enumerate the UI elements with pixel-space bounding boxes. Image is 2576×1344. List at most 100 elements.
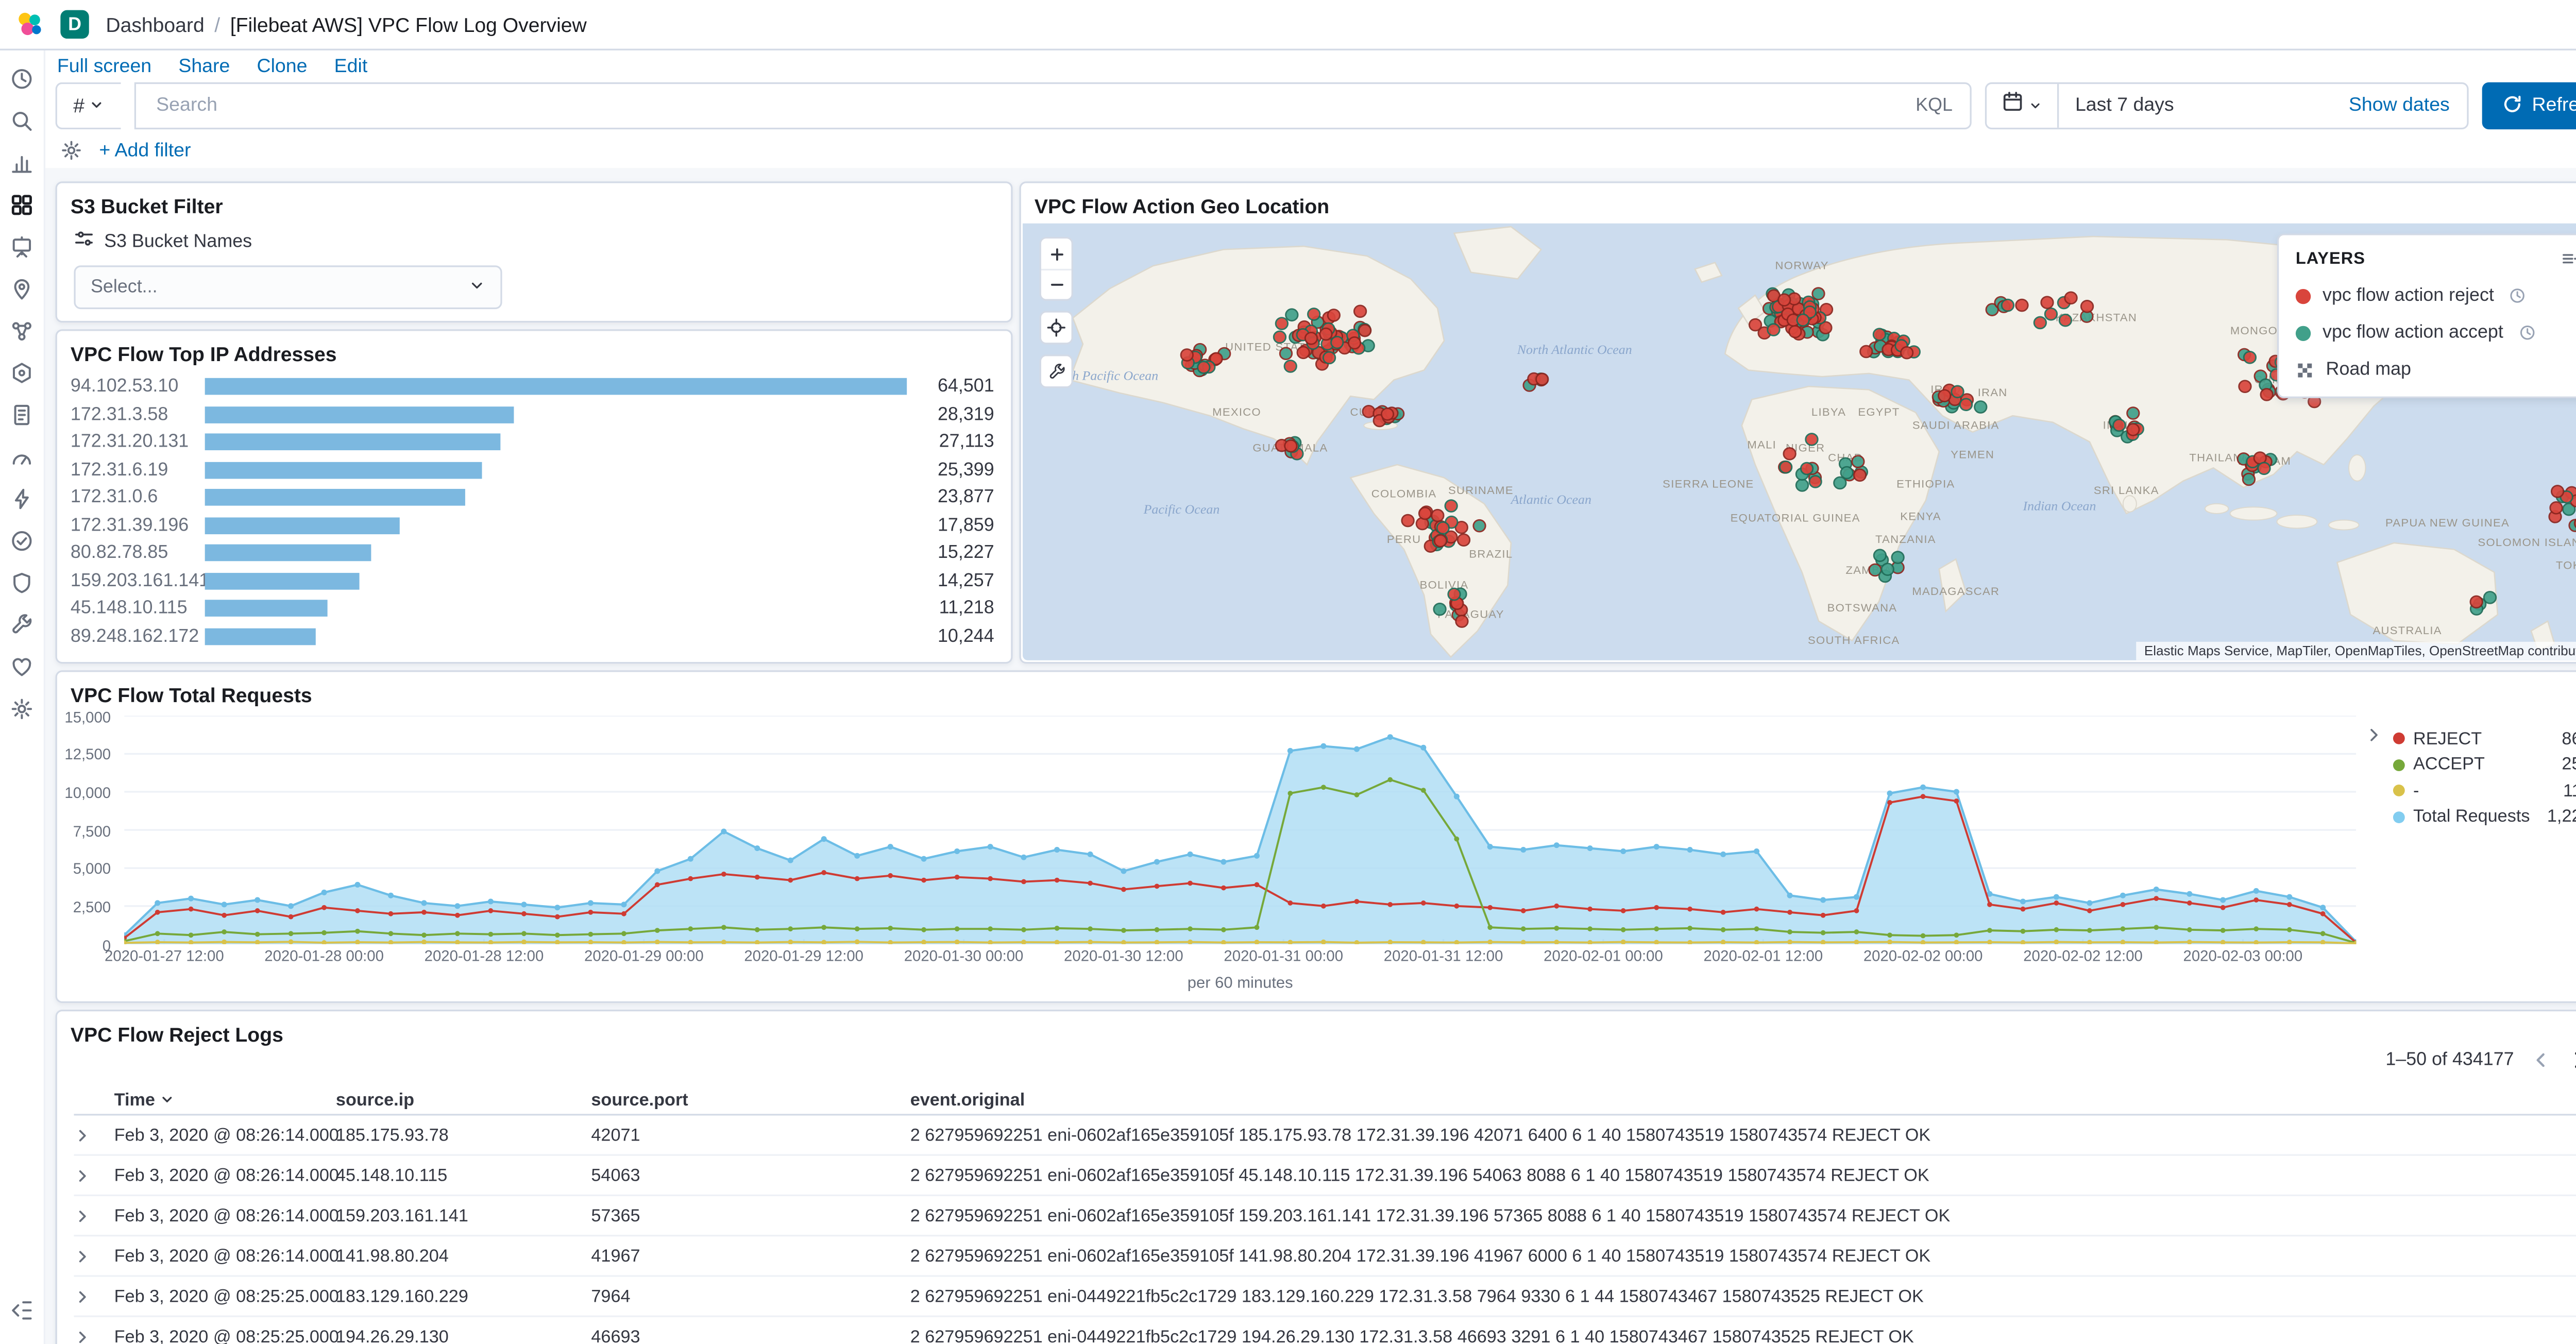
saved-query-menu-button[interactable]: # (55, 82, 121, 130)
cell-time: Feb 3, 2020 @ 08:26:14.000 (114, 1205, 339, 1226)
expand-row-icon[interactable] (74, 1167, 114, 1184)
ip-bar-row: 172.31.20.131 27,113 (71, 430, 994, 454)
discover-icon (10, 109, 34, 133)
chevron-down-icon (2028, 91, 2042, 121)
layer-collapse-icon[interactable] (2561, 249, 2576, 269)
column-header-event-original[interactable]: event.original (910, 1090, 2576, 1110)
layer-row[interactable]: Road map (2296, 360, 2576, 380)
previous-page-icon[interactable] (2531, 1050, 2551, 1070)
total-requests-chart[interactable] (124, 716, 2357, 944)
legend-label: ACCEPT (2413, 755, 2485, 775)
cell-event-original: 2 627959692251 eni-0602af165e359105f 159… (910, 1205, 1951, 1226)
ip-bar[interactable] (205, 545, 907, 562)
sidebar-item-metrics[interactable] (5, 440, 39, 473)
saved-query-menu-label: # (73, 94, 85, 118)
ip-bar-row: 80.82.78.85 15,227 (71, 541, 994, 565)
expand-row-icon[interactable] (74, 1207, 114, 1224)
controls-icon (74, 229, 94, 254)
zoom-in-button[interactable] (1041, 239, 1072, 269)
expand-row-icon[interactable] (74, 1248, 114, 1265)
sidebar-item-discover[interactable] (5, 104, 39, 138)
sidebar-item-dev-tools[interactable] (5, 608, 39, 642)
ip-bar[interactable] (205, 433, 907, 451)
sidebar-item-logs[interactable] (5, 398, 39, 432)
sidebar-item-siem[interactable] (5, 566, 39, 600)
layer-color-dot (2295, 325, 2311, 341)
breadcrumb-dashboard[interactable]: Dashboard (106, 12, 204, 36)
sidebar-item-visualize[interactable] (5, 146, 39, 180)
world-map[interactable]: North Pacific Ocean North Atlantic Ocean A… (1023, 223, 2576, 660)
expand-row-icon[interactable] (74, 1288, 114, 1305)
sidebar-item-canvas[interactable] (5, 230, 39, 264)
layer-row[interactable]: vpc flow action accept (2295, 322, 2576, 343)
query-language-label[interactable]: KQL (1916, 96, 1953, 116)
expand-nav-icon[interactable] (10, 1299, 34, 1331)
filter-options-gear-icon[interactable] (60, 140, 82, 161)
expand-row-icon[interactable] (74, 1328, 114, 1344)
ip-bar[interactable] (205, 489, 907, 506)
layer-row[interactable]: vpc flow action reject (2295, 285, 2576, 306)
sidebar-item-management[interactable] (5, 692, 39, 726)
sidebar-item-maps[interactable] (5, 272, 39, 305)
uptime-icon (10, 529, 34, 553)
edit-button[interactable]: Edit (334, 57, 368, 77)
ip-bar[interactable] (205, 378, 907, 395)
table-row[interactable]: Feb 3, 2020 @ 08:25:25.000 194.26.29.130 4… (74, 1317, 2576, 1344)
search-input[interactable] (152, 94, 1903, 118)
ip-bar[interactable] (205, 517, 907, 534)
legend-collapse-icon[interactable] (2365, 726, 2383, 744)
ip-bar-row: 159.203.161.141 14,257 (71, 569, 994, 593)
table-row[interactable]: Feb 3, 2020 @ 08:25:25.000 183.129.160.22… (74, 1277, 2576, 1317)
x-axis-tick: 2020-01-29 00:00 (584, 947, 704, 964)
column-header-time[interactable]: Time (114, 1090, 336, 1110)
fit-to-data-button[interactable] (1041, 312, 1072, 343)
legend-item[interactable]: - 110 (2393, 778, 2576, 804)
table-row[interactable]: Feb 3, 2020 @ 08:26:14.000 159.203.161.14… (74, 1196, 2576, 1237)
table-row[interactable]: Feb 3, 2020 @ 08:26:14.000 141.98.80.204 4… (74, 1236, 2576, 1277)
time-range-label[interactable]: Last 7 days (2058, 96, 2332, 116)
select-placeholder: Select... (91, 277, 158, 298)
map-tools-button[interactable] (1041, 356, 1072, 387)
next-page-icon[interactable] (2568, 1048, 2576, 1072)
svg-text:SRI LANKA: SRI LANKA (2094, 484, 2159, 497)
expand-row-icon[interactable] (74, 1127, 114, 1144)
x-axis-tick: 2020-02-02 12:00 (2023, 947, 2143, 964)
ip-bar[interactable] (205, 405, 907, 423)
ip-bar[interactable] (205, 628, 907, 645)
svg-text:IRAN: IRAN (1978, 386, 2008, 399)
refresh-button[interactable]: Refresh (2481, 82, 2576, 130)
column-header-source-ip[interactable]: source.ip (336, 1090, 591, 1110)
x-axis-tick: 2020-02-01 12:00 (1703, 947, 1823, 964)
full-screen-button[interactable]: Full screen (57, 57, 151, 77)
sidebar-item-machine-learning[interactable] (5, 314, 39, 348)
sidebar-item-recently-viewed[interactable] (5, 62, 39, 96)
ip-bar[interactable] (205, 600, 907, 618)
zoom-out-button[interactable] (1041, 268, 1072, 299)
svg-text:PERU: PERU (1387, 533, 1421, 546)
legend-item[interactable]: REJECT 863 (2393, 726, 2576, 752)
sidebar-item-uptime[interactable] (5, 524, 39, 558)
s3-bucket-select[interactable]: Select... (74, 265, 502, 310)
legend-item[interactable]: ACCEPT 253 (2393, 752, 2576, 778)
sidebar-item-graph[interactable] (5, 356, 39, 389)
elastic-logo[interactable] (15, 10, 43, 39)
ip-bar[interactable] (205, 572, 907, 590)
svg-text:PARAGUAY: PARAGUAY (1437, 608, 1504, 621)
share-button[interactable]: Share (178, 57, 230, 77)
panel-total-requests: VPC Flow Total Requests 0 2,500 5,000 7,500… (55, 670, 2576, 1003)
add-filter-button[interactable]: + Add filter (99, 140, 191, 160)
clone-button[interactable]: Clone (257, 57, 308, 77)
map-attribution[interactable]: Elastic Maps Service, MapTiler, OpenMapT… (2136, 641, 2576, 660)
ip-bar[interactable] (205, 461, 907, 479)
x-axis-tick: 2020-01-31 12:00 (1383, 947, 1503, 964)
sidebar-item-dashboard[interactable] (5, 188, 39, 222)
sidebar-item-stack-monitoring[interactable] (5, 650, 39, 684)
sidebar-item-apm[interactable] (5, 482, 39, 516)
table-row[interactable]: Feb 3, 2020 @ 08:26:14.000 185.175.93.78 4… (74, 1116, 2576, 1156)
column-header-source-port[interactable]: source.port (591, 1090, 910, 1110)
chart-legend: REJECT 863 ACCEPT 253 - 110 Total Requests 1,22… (2393, 726, 2576, 830)
legend-item[interactable]: Total Requests 1,226 (2393, 804, 2576, 830)
date-picker-calendar-button[interactable] (1986, 84, 2059, 128)
show-dates-button[interactable]: Show dates (2332, 96, 2466, 116)
table-row[interactable]: Feb 3, 2020 @ 08:26:14.000 45.148.10.115 5… (74, 1156, 2576, 1197)
